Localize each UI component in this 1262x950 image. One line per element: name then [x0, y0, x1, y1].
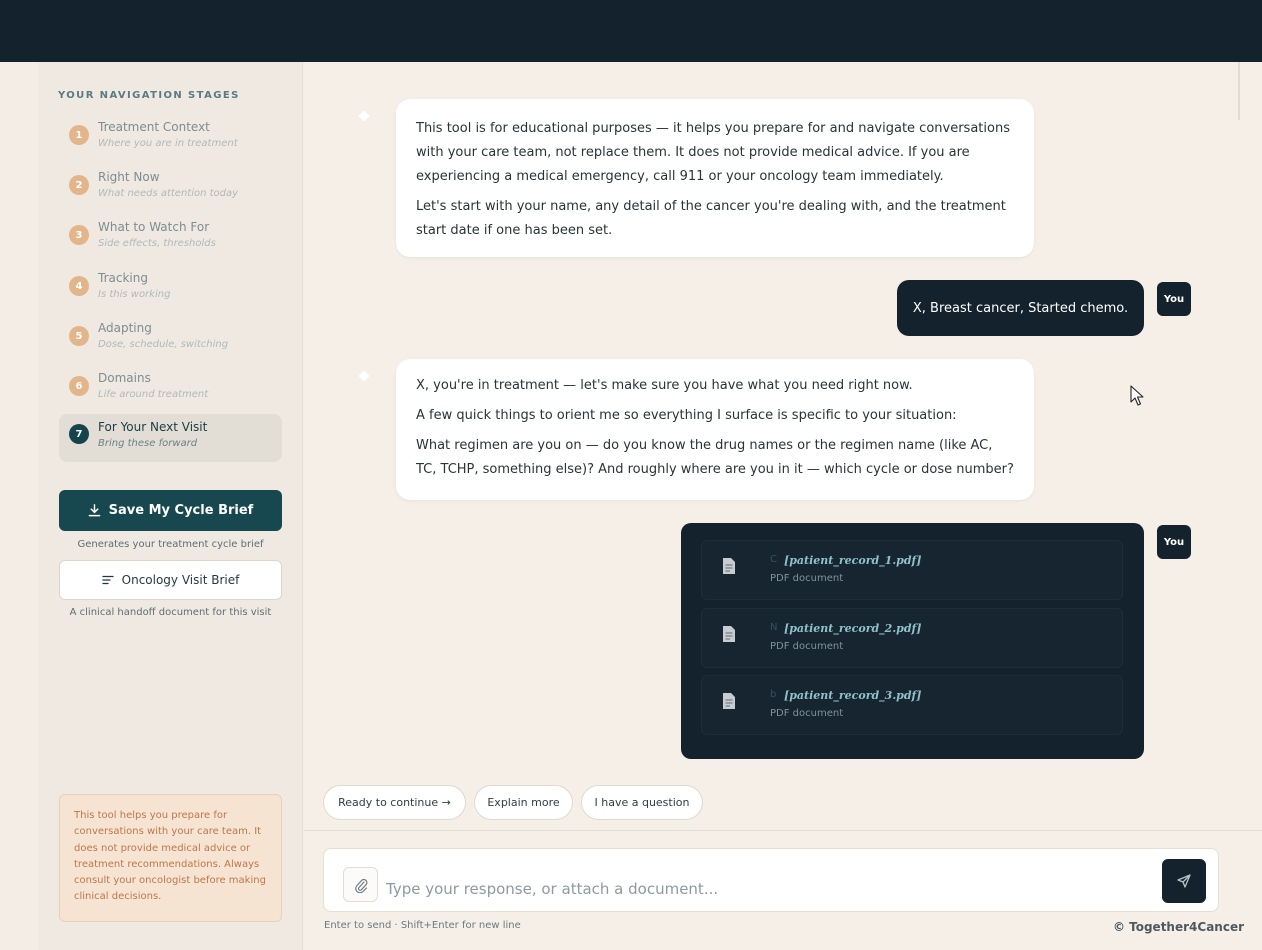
- stage-subtitle: Is this working: [98, 289, 171, 300]
- attachment-card[interactable]: C [patient_record_1.pdf] PDF document: [701, 540, 1123, 600]
- stage-treatment-context[interactable]: 1 Treatment Context Where you are in tre…: [59, 116, 282, 164]
- oncology-visit-brief-button[interactable]: Oncology Visit Brief: [59, 560, 282, 600]
- sidebar: YOUR NAVIGATION STAGES 1 Treatment Conte…: [38, 62, 303, 950]
- stage-subtitle: Side effects, thresholds: [98, 238, 216, 249]
- save-button-label: Save My Cycle Brief: [108, 503, 254, 518]
- visit-caption: A clinical handoff document for this vis…: [69, 607, 272, 618]
- composer: [323, 848, 1219, 912]
- stage-subtitle: What needs attention today: [98, 188, 239, 199]
- document-icon: [723, 558, 735, 574]
- chat-area: This tool is for educational purposes — …: [304, 62, 1262, 950]
- message-paragraph: X, you're in treatment — let's make sure…: [416, 378, 913, 393]
- left-margin: [0, 62, 38, 950]
- you-avatar: You: [1157, 282, 1191, 316]
- stage-title: For Your Next Visit: [98, 420, 208, 434]
- send-button[interactable]: [1162, 859, 1206, 903]
- document-icon: [723, 693, 735, 709]
- message-paragraph: This tool is for educational purposes — …: [416, 121, 1010, 184]
- user-message: X, Breast cancer, Started chemo.: [897, 280, 1144, 336]
- save-caption: Generates your treatment cycle brief: [77, 539, 264, 550]
- doc-type: PDF document: [770, 573, 844, 584]
- save-cycle-brief-button[interactable]: Save My Cycle Brief: [59, 490, 282, 531]
- doc-initial: N: [770, 622, 778, 633]
- document-icon: [723, 626, 735, 642]
- divider: [304, 830, 1262, 831]
- stage-title: Right Now: [98, 170, 160, 184]
- doc-type: PDF document: [770, 708, 844, 719]
- top-bar: [0, 0, 1262, 62]
- stage-number: 7: [69, 424, 89, 444]
- message-input[interactable]: [386, 869, 1146, 909]
- user-attachments-message: C [patient_record_1.pdf] PDF document N …: [681, 523, 1144, 759]
- stage-domains[interactable]: 6 Domains Life around treatment: [59, 367, 282, 415]
- stage-number: 4: [69, 276, 89, 296]
- copyright: © Together4Cancer: [1112, 920, 1244, 934]
- stage-number: 5: [69, 326, 89, 346]
- stage-what-to-watch-for[interactable]: 3 What to Watch For Side effects, thresh…: [59, 216, 282, 264]
- scrollbar[interactable]: [1238, 62, 1240, 120]
- doc-name: [patient_record_3.pdf]: [784, 689, 922, 702]
- stage-adapting[interactable]: 5 Adapting Dose, schedule, switching: [59, 317, 282, 365]
- stage-title: What to Watch For: [98, 220, 210, 234]
- you-avatar: You: [1157, 525, 1191, 559]
- message-paragraph: A few quick things to orient me so every…: [416, 408, 957, 423]
- stage-number: 6: [69, 376, 89, 396]
- doc-name: [patient_record_2.pdf]: [784, 622, 922, 635]
- stage-number: 1: [69, 125, 89, 145]
- disclaimer-box: This tool helps you prepare for conversa…: [59, 794, 282, 922]
- stage-subtitle: Life around treatment: [98, 389, 209, 400]
- doc-initial: b: [770, 689, 777, 700]
- stage-number: 2: [69, 175, 89, 195]
- stage-number: 3: [69, 225, 89, 245]
- paperclip-icon: [354, 878, 367, 893]
- download-icon: [88, 504, 101, 517]
- stage-subtitle: Where you are in treatment: [98, 138, 238, 149]
- stage-tracking[interactable]: 4 Tracking Is this working: [59, 267, 282, 315]
- composer-hint: Enter to send · Shift+Enter for new line: [324, 920, 521, 931]
- ready-to-continue-button[interactable]: Ready to continue →: [323, 785, 466, 820]
- lines-icon: [101, 575, 114, 585]
- stage-right-now[interactable]: 2 Right Now What needs attention today: [59, 166, 282, 214]
- doc-initial: C: [770, 554, 777, 565]
- assistant-marker-icon: [358, 370, 370, 382]
- stage-title: Tracking: [98, 271, 148, 285]
- stage-subtitle: Bring these forward: [98, 438, 198, 449]
- mouse-cursor-icon: [1130, 385, 1144, 406]
- assistant-message: X, you're in treatment — let's make sure…: [396, 359, 1034, 500]
- visit-button-label: Oncology Visit Brief: [121, 573, 240, 587]
- assistant-message: This tool is for educational purposes — …: [396, 99, 1034, 257]
- stage-title: Adapting: [98, 321, 152, 335]
- stage-for-your-next-visit[interactable]: 7 For Your Next Visit Bring these forwar…: [59, 414, 282, 462]
- send-icon: [1177, 874, 1191, 888]
- doc-type: PDF document: [770, 641, 844, 652]
- stage-title: Domains: [98, 371, 151, 385]
- message-paragraph: Let's start with your name, any detail o…: [416, 199, 1006, 238]
- attachment-card[interactable]: b [patient_record_3.pdf] PDF document: [701, 675, 1123, 735]
- explain-more-button[interactable]: Explain more: [474, 785, 573, 820]
- stage-title: Treatment Context: [98, 120, 210, 134]
- doc-name: [patient_record_1.pdf]: [784, 554, 922, 567]
- assistant-marker-icon: [358, 110, 370, 122]
- message-paragraph: What regimen are you on — do you know th…: [416, 438, 1014, 477]
- stage-subtitle: Dose, schedule, switching: [98, 339, 229, 350]
- attach-button[interactable]: [343, 867, 378, 902]
- stages-heading: YOUR NAVIGATION STAGES: [58, 90, 240, 101]
- have-a-question-button[interactable]: I have a question: [581, 785, 703, 820]
- attachment-card[interactable]: N [patient_record_2.pdf] PDF document: [701, 608, 1123, 668]
